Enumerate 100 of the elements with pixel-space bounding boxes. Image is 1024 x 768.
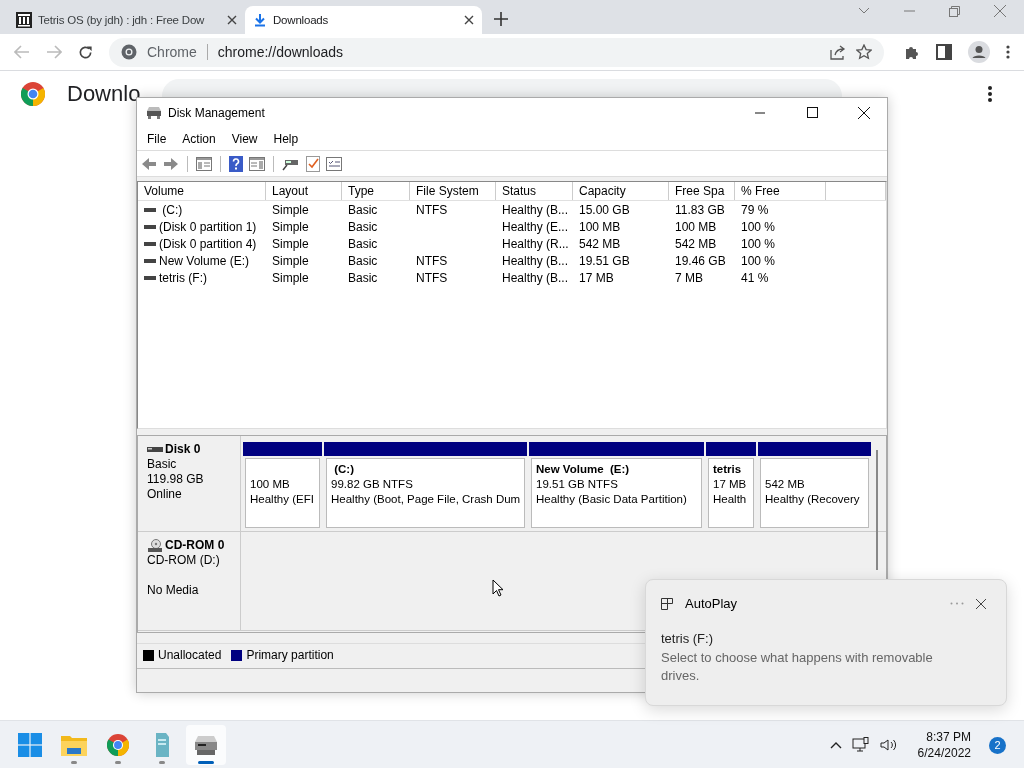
browser-tab[interactable]: Tetris OS (by jdh) : jdh : Free Dow xyxy=(8,6,245,34)
table-cell: 7 MB xyxy=(675,270,703,285)
partition-box[interactable]: 542 MB Healthy (Recovery xyxy=(760,458,869,528)
table-cell: Healthy (B... xyxy=(502,253,569,268)
side-panel-icon[interactable] xyxy=(936,44,952,60)
table-cell: 100 % xyxy=(741,219,776,234)
avatar-icon[interactable] xyxy=(968,41,990,63)
table-cell: Healthy (E... xyxy=(502,219,569,234)
chrome-logo-icon xyxy=(21,82,45,106)
column-header[interactable]: File System xyxy=(410,182,496,200)
column-header[interactable]: Free Spa xyxy=(669,182,735,200)
disk-info-panel[interactable]: CD-ROM 0 CD-ROM (D:) No Media xyxy=(138,532,241,630)
console-tree-icon[interactable] xyxy=(196,156,212,171)
disk-detail: 119.98 GB xyxy=(147,472,205,487)
partition-box[interactable]: New Volume (E:) 19.51 GB NTFS Healthy (Basic Data Partition) xyxy=(531,458,702,528)
table-cell: Basic xyxy=(348,202,378,217)
notification-message: Select to choose what happens with removable drives. xyxy=(661,649,934,685)
monitor-icon[interactable] xyxy=(851,737,870,753)
volume-icon xyxy=(144,224,156,229)
new-tab-icon[interactable] xyxy=(494,12,508,26)
partition-status: Healthy (EFI xyxy=(250,492,315,507)
partition-box[interactable]: tetris 17 MB Health xyxy=(708,458,754,528)
taskbar-app[interactable] xyxy=(186,725,226,765)
column-header[interactable]: Capacity xyxy=(573,182,669,200)
tab-title: Tetris OS (by jdh) : jdh : Free Dow xyxy=(38,14,206,26)
volume-icon xyxy=(144,207,156,212)
partition-size: 19.51 GB NTFS xyxy=(536,477,619,492)
partition-title: tetris xyxy=(713,462,743,477)
table-cell: 11.83 GB xyxy=(675,202,725,217)
column-header[interactable]: Layout xyxy=(266,182,342,200)
partition-title: New Volume (E:) xyxy=(536,462,631,477)
table-cell: 41 % xyxy=(741,270,769,285)
forward-arrow-icon[interactable] xyxy=(163,156,179,171)
partition-size: 542 MB xyxy=(765,477,806,492)
chrome-logo-icon xyxy=(107,734,129,756)
clock-time[interactable]: 8:37 PM xyxy=(926,730,971,744)
volume-icon xyxy=(144,275,156,280)
puzzle-icon[interactable] xyxy=(904,44,920,60)
checklist-icon[interactable] xyxy=(306,155,320,172)
table-cell: 542 MB xyxy=(579,236,621,251)
restore-icon[interactable] xyxy=(949,5,960,17)
table-cell: (Disk 0 partition 4) xyxy=(159,236,257,251)
url-text: chrome://downloads xyxy=(217,44,344,60)
properties-icon[interactable] xyxy=(326,156,342,171)
menu-item[interactable]: File xyxy=(139,131,175,146)
column-header[interactable]: % Free xyxy=(735,182,826,200)
column-header[interactable]: Type xyxy=(342,182,410,200)
legend-label: Primary partition xyxy=(246,648,334,662)
table-cell: Basic xyxy=(348,253,378,268)
partition-size: 100 MB xyxy=(250,477,291,492)
address-bar[interactable]: Chrome chrome://downloads xyxy=(109,37,884,67)
volume-icon xyxy=(144,258,156,263)
panel-icon[interactable] xyxy=(249,156,265,171)
table-cell: (Disk 0 partition 1) xyxy=(159,219,257,234)
disk-name: CD-ROM 0 xyxy=(165,538,225,553)
speaker-icon[interactable] xyxy=(879,738,898,752)
table-cell: NTFS xyxy=(416,202,448,217)
disk-info-panel[interactable]: Disk 0 Basic 119.98 GB Online xyxy=(138,436,241,531)
help-icon[interactable] xyxy=(229,155,243,172)
chevron-down-icon[interactable] xyxy=(858,7,870,15)
disk-detail: Online xyxy=(147,487,183,502)
notification-app-name: AutoPlay xyxy=(685,596,738,611)
chevron-up-icon[interactable] xyxy=(829,741,842,749)
menu-item[interactable]: View xyxy=(223,131,266,146)
autoplay-notification[interactable]: AutoPlay tetris (F:) Select to choose what happens with removable drives. xyxy=(645,579,1007,706)
table-cell: 100 % xyxy=(741,236,776,251)
chrome-icon xyxy=(121,44,137,60)
minimize-icon xyxy=(755,111,765,114)
partition-box[interactable]: (C:) 99.82 GB NTFS Healthy (Boot, Page File, Crash Dum xyxy=(326,458,525,528)
disk-name: Disk 0 xyxy=(165,442,201,457)
notification-badge[interactable]: 2 xyxy=(989,736,1006,754)
back-arrow-icon[interactable] xyxy=(141,156,157,171)
close-icon[interactable] xyxy=(976,598,986,609)
pointer-icon xyxy=(492,579,504,597)
close-icon[interactable] xyxy=(464,15,474,25)
autoplay-icon xyxy=(661,597,673,610)
table-cell: 15.00 GB xyxy=(579,202,630,217)
close-icon[interactable] xyxy=(227,15,237,25)
folder-icon xyxy=(61,734,87,756)
maximize-icon xyxy=(806,107,818,118)
browser-tab[interactable]: Downloads xyxy=(245,6,482,34)
media-status: No Media xyxy=(147,583,200,598)
share-icon[interactable] xyxy=(830,44,846,60)
partition-status: Healthy (Boot, Page File, Crash Dum xyxy=(331,492,522,507)
more-icon[interactable] xyxy=(950,602,964,605)
reload-icon[interactable] xyxy=(78,44,93,60)
menu-icon[interactable] xyxy=(988,86,992,102)
column-header[interactable]: Volume xyxy=(138,182,266,200)
column-header[interactable]: Status xyxy=(496,182,573,200)
menu-item[interactable]: Help xyxy=(265,131,307,146)
partition-box[interactable]: 100 MB Healthy (EFI xyxy=(245,458,320,528)
star-icon[interactable] xyxy=(856,44,872,60)
disk-detail: CD-ROM (D:) xyxy=(147,553,221,568)
partition-status: Health xyxy=(713,492,748,507)
menu-icon[interactable] xyxy=(1006,45,1010,59)
table-cell: Healthy (B... xyxy=(502,202,569,217)
table-cell-text: (C:) xyxy=(161,202,183,217)
clock-date[interactable]: 6/24/2022 xyxy=(917,746,971,760)
search-field[interactable] xyxy=(162,79,843,97)
menu-item[interactable]: Action xyxy=(174,131,224,146)
